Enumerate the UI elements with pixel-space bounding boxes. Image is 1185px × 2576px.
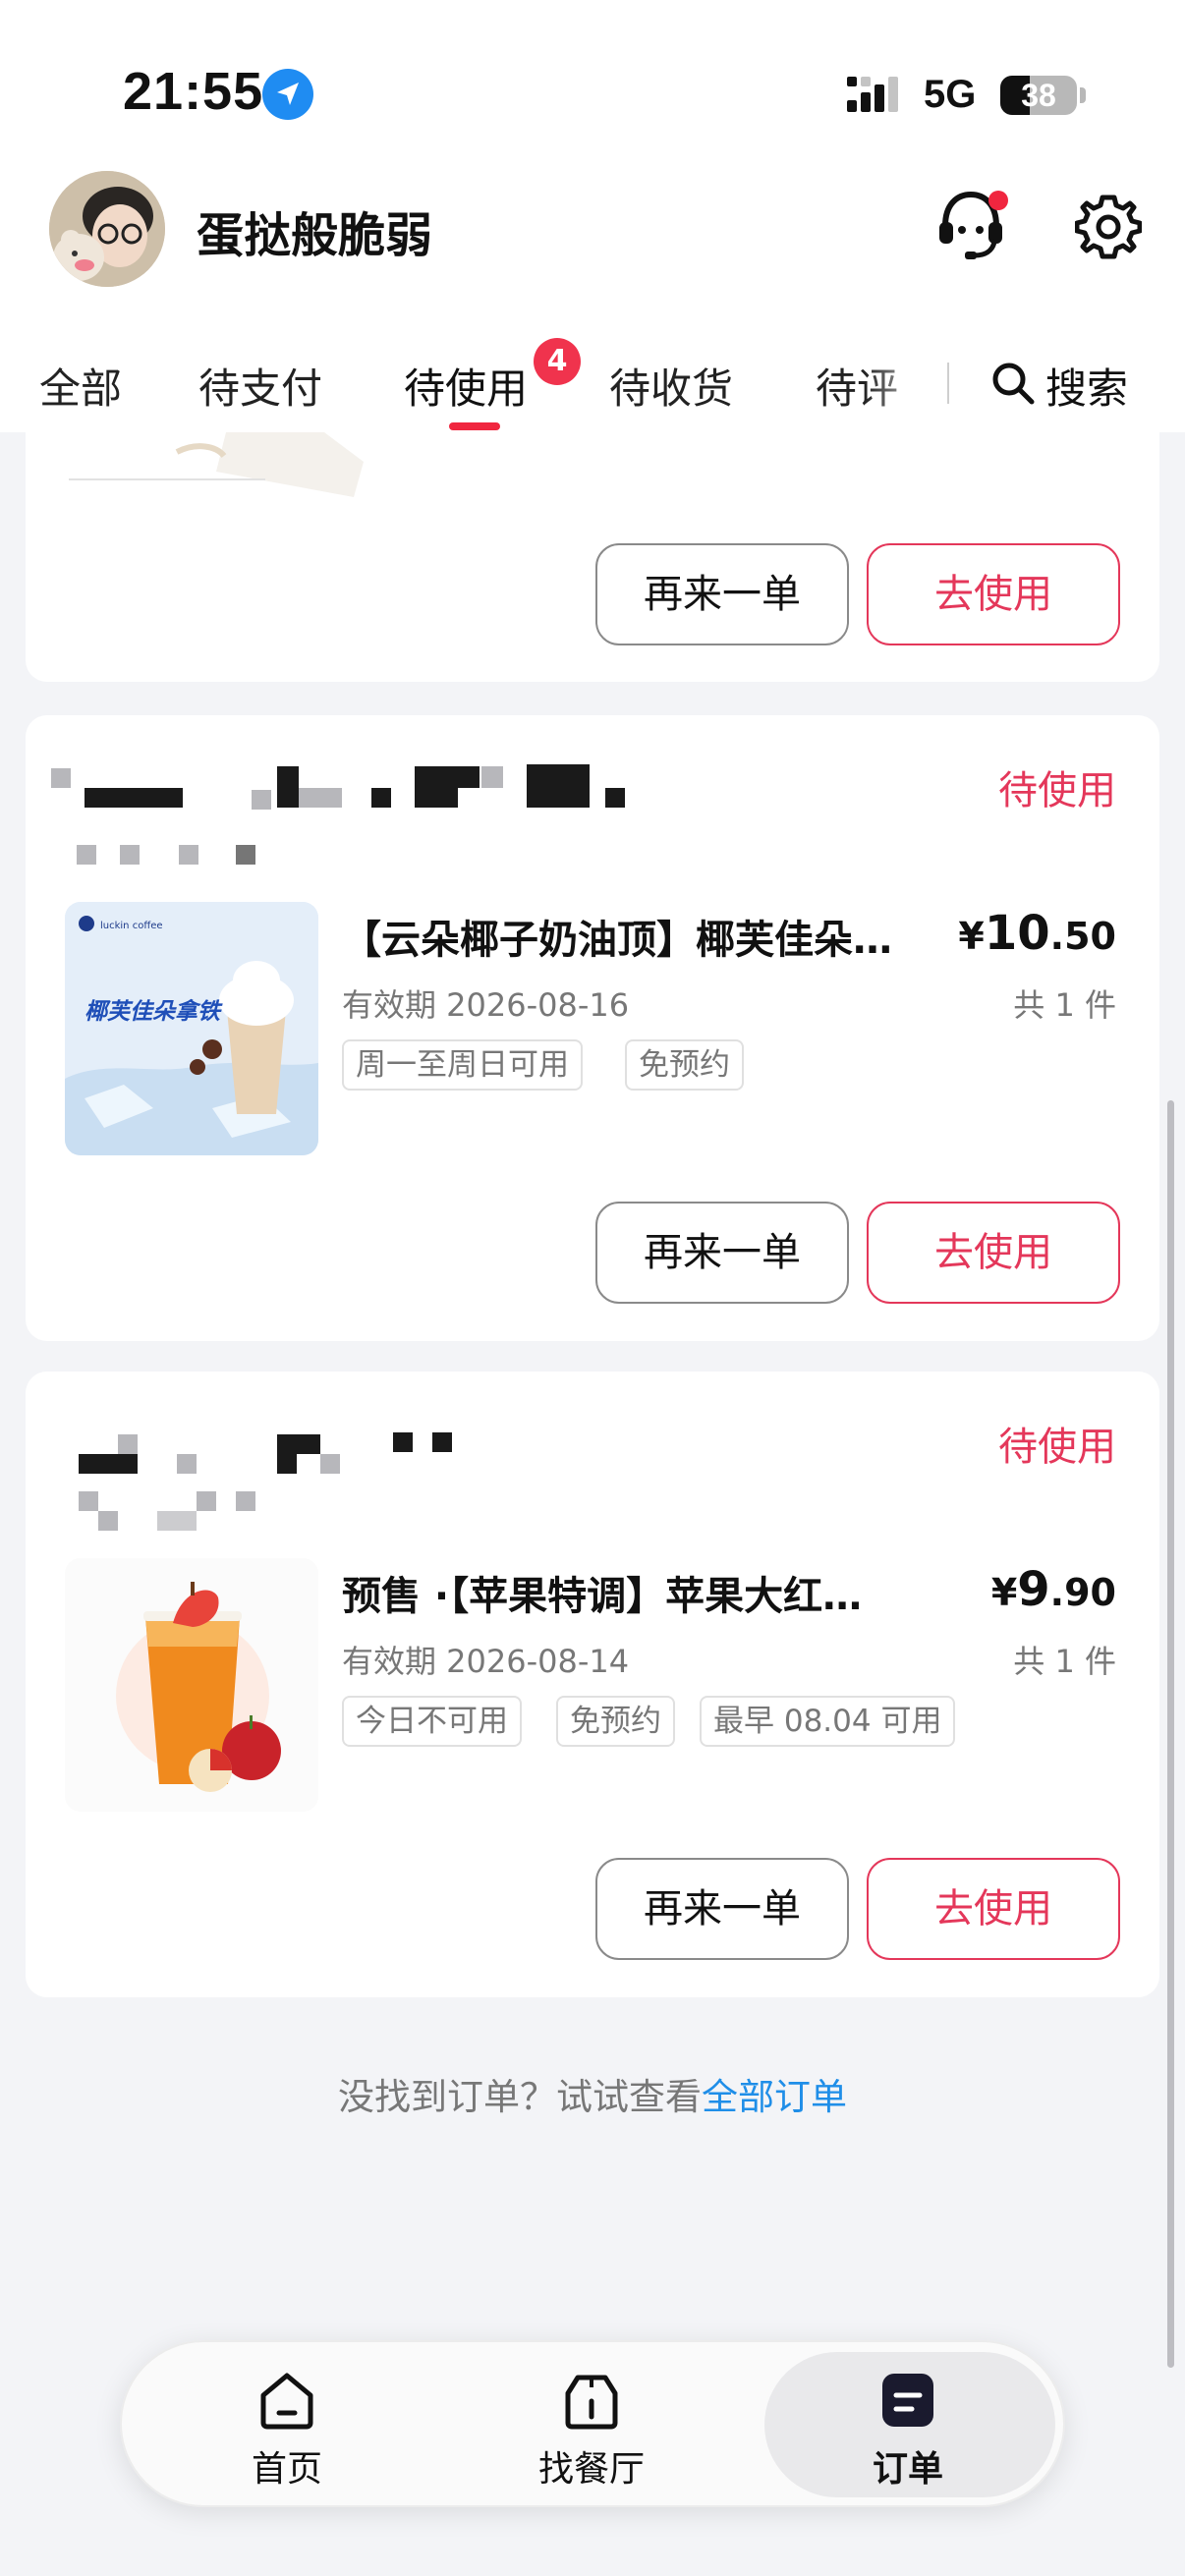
reorder-button[interactable]: 再来一单 [595, 1858, 849, 1960]
use-voucher-button[interactable]: 去使用 [867, 1858, 1120, 1960]
order-card: 待使用 luckin coffee 椰芙佳朵拿铁 【云朵椰子奶油顶】椰芙佳朵… … [26, 715, 1159, 1341]
search-button[interactable]: 搜索 [1045, 356, 1128, 416]
order-card: 待使用 预售 ·【苹果特调】苹果大红… ¥9.90 有效期 2026-08-14… [26, 1372, 1159, 1997]
usage-tag: 免预约 [625, 1039, 744, 1091]
reorder-button[interactable]: 再来一单 [595, 543, 849, 645]
product-thumbnail[interactable] [65, 1558, 318, 1812]
hint-text: 没找到订单？试试查看 [338, 2076, 702, 2118]
username: 蛋挞般脆弱 [197, 208, 433, 263]
settings-gear-icon[interactable] [1075, 194, 1142, 260]
order-status: 待使用 [998, 768, 1116, 813]
tab-all[interactable]: 全部 [39, 356, 122, 416]
store-icon [565, 2375, 618, 2430]
tab-pending-payment[interactable]: 待支付 [198, 356, 322, 416]
product-price: ¥10.50 [958, 906, 1116, 961]
usage-tag: 周一至周日可用 [342, 1039, 583, 1091]
nav-label: 首页 [251, 2449, 322, 2490]
product-thumbnail[interactable]: luckin coffee 椰芙佳朵拿铁 [65, 902, 318, 1155]
orders-icon [882, 2374, 933, 2427]
usage-tag: 最早 08.04 可用 [700, 1696, 956, 1747]
use-voucher-button[interactable]: 去使用 [867, 1202, 1120, 1304]
nav-label: 找餐厅 [537, 2449, 645, 2490]
tab-divider [947, 363, 949, 404]
usage-tag: 今日不可用 [342, 1696, 522, 1747]
use-voucher-button[interactable]: 去使用 [867, 543, 1120, 645]
item-quantity: 共 1 件 [1013, 1643, 1116, 1680]
battery-cap [1080, 87, 1086, 103]
order-card: 再来一单 去使用 [26, 432, 1159, 682]
item-quantity: 共 1 件 [1013, 986, 1116, 1024]
battery-level: 38 [1021, 78, 1056, 113]
tab-count-badge: 4 [534, 338, 581, 385]
nav-label: 订单 [872, 2449, 943, 2490]
nav-orders[interactable]: 订单 [800, 2362, 1016, 2490]
cellular-signal-icon [847, 77, 898, 112]
scrollbar[interactable] [1167, 1100, 1174, 2368]
expiry-date: 有效期 2026-08-16 [342, 986, 630, 1024]
usage-tag: 免预约 [556, 1696, 675, 1747]
active-tab-indicator [449, 422, 500, 430]
network-type: 5G [924, 73, 977, 116]
status-bar: 21:55 5G 38 [0, 0, 1185, 157]
reorder-button[interactable]: 再来一单 [595, 1202, 849, 1304]
empty-hint: 没找到订单？试试查看全部订单 [0, 2067, 1185, 2120]
tab-fade-overlay [865, 356, 943, 415]
bottom-navigation: 首页 找餐厅 订单 [120, 2340, 1065, 2507]
nav-find-restaurant[interactable]: 找餐厅 [483, 2362, 700, 2490]
avatar[interactable] [49, 171, 165, 287]
tab-to-use[interactable]: 待使用 [404, 356, 528, 416]
product-title[interactable]: 预售 ·【苹果特调】苹果大红… [342, 1564, 862, 1621]
thumbnail-caption: 椰芙佳朵拿铁 [85, 999, 220, 1025]
nav-home[interactable]: 首页 [179, 2362, 395, 2490]
svg-text:luckin coffee: luckin coffee [100, 921, 163, 931]
battery-icon: 38 [1000, 76, 1077, 115]
product-price: ¥9.90 [990, 1562, 1116, 1617]
product-title[interactable]: 【云朵椰子奶油顶】椰芙佳朵… [342, 908, 892, 965]
order-status: 待使用 [998, 1425, 1116, 1470]
search-icon[interactable] [990, 361, 1036, 406]
all-orders-link[interactable]: 全部订单 [702, 2076, 847, 2118]
tab-to-receive[interactable]: 待收货 [609, 356, 733, 416]
home-icon [260, 2373, 313, 2430]
location-arrow-icon [262, 69, 313, 120]
product-thumbnail-fragment [69, 432, 364, 497]
notification-dot [988, 191, 1008, 210]
status-time: 21:55 [123, 62, 264, 121]
expiry-date: 有效期 2026-08-14 [342, 1643, 630, 1680]
